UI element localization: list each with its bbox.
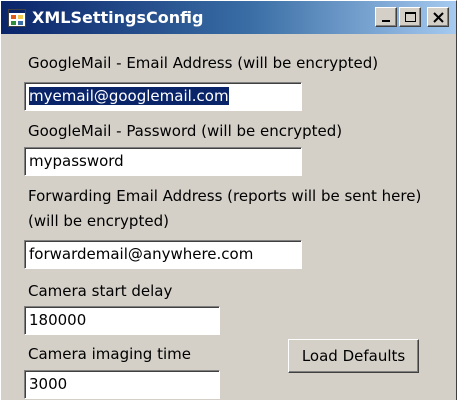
camera-start-delay-label: Camera start delay: [28, 282, 173, 300]
camera-imaging-time-input[interactable]: 3000: [24, 370, 220, 399]
close-icon: [433, 12, 444, 23]
forward-address-label-line2: (will be encrypted): [28, 212, 169, 230]
gmail-address-label: GoogleMail - Email Address (will be encr…: [28, 54, 379, 72]
close-button[interactable]: [427, 7, 449, 27]
minimize-button[interactable]: [375, 7, 397, 27]
gmail-address-input[interactable]: myemail@googlemail.com: [24, 82, 302, 111]
maximize-icon: [405, 12, 416, 22]
gmail-password-label: GoogleMail - Password (will be encrypted…: [28, 122, 343, 140]
form-icon: [8, 9, 26, 27]
camera-start-delay-input[interactable]: 180000: [24, 306, 220, 335]
maximize-button[interactable]: [399, 7, 421, 27]
window-title: XMLSettingsConfig: [32, 8, 204, 27]
gmail-password-input[interactable]: mypassword: [24, 147, 302, 176]
settings-window: XMLSettingsConfig GoogleMail - Email Add…: [0, 0, 457, 400]
forward-address-label-line1: Forwarding Email Address (reports will b…: [28, 187, 422, 205]
gmail-address-value: myemail@googlemail.com: [29, 87, 229, 105]
title-bar[interactable]: XMLSettingsConfig: [1, 1, 456, 34]
camera-imaging-time-label: Camera imaging time: [28, 345, 191, 363]
load-defaults-button[interactable]: Load Defaults: [288, 339, 419, 373]
minimize-icon: [382, 20, 390, 22]
forward-address-input[interactable]: forwardemail@anywhere.com: [24, 240, 302, 269]
